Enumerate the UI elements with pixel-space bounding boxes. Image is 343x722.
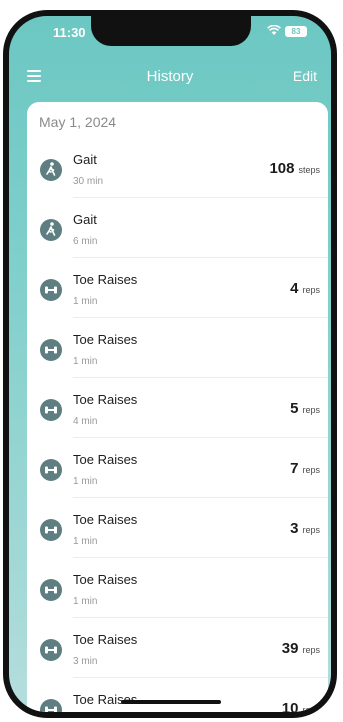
- metric-unit: reps: [302, 645, 320, 655]
- metric-value: 4: [290, 280, 299, 297]
- row-divider: [73, 497, 328, 498]
- walking-icon: [40, 159, 62, 181]
- exercise-metric: 7 reps: [290, 460, 320, 478]
- exercise-duration: 30 min: [73, 176, 104, 187]
- metric-value: 39: [281, 640, 299, 657]
- row-divider: [73, 317, 328, 318]
- nav-bar: History Edit: [9, 60, 331, 96]
- wifi-icon: [267, 24, 281, 39]
- date-header: May 1, 2024: [39, 114, 117, 130]
- history-card: May 1, 2024 Gait 30 min 108 steps Gait 6 min T…: [27, 102, 328, 712]
- metric-unit: reps: [302, 705, 320, 712]
- page-title: History: [146, 68, 194, 85]
- exercise-name: Toe Raises: [73, 572, 138, 587]
- dumbbell-icon: [40, 279, 62, 301]
- metric-unit: reps: [302, 285, 320, 295]
- exercise-duration: 4 min: [73, 416, 98, 427]
- list-item[interactable]: Toe Raises1 min10reps: [27, 686, 328, 712]
- list-item[interactable]: Toe Raises 1 min 7 reps: [27, 446, 328, 498]
- list-item[interactable]: Toe Raises 1 min 4 reps: [27, 266, 328, 318]
- exercise-metric: 4 reps: [290, 280, 320, 298]
- row-divider: [73, 677, 328, 678]
- list-item[interactable]: Gait 6 min: [27, 206, 328, 258]
- list-item[interactable]: Toe Raises 1 min: [27, 566, 328, 618]
- row-divider: [73, 557, 328, 558]
- list-item[interactable]: Toe Raises 4 min 5 reps: [27, 386, 328, 438]
- list-item[interactable]: Toe Raises 3 min 39 reps: [27, 626, 328, 678]
- exercise-duration: 1 min: [73, 476, 98, 487]
- dumbbell-icon: [40, 399, 62, 421]
- screen: 11:30 83 History Edit May 1, 2024 Gait 30…: [9, 16, 331, 712]
- dumbbell-icon: [40, 579, 62, 601]
- exercise-duration: 6 min: [73, 236, 98, 247]
- metric-unit: steps: [298, 165, 320, 175]
- row-divider: [73, 437, 328, 438]
- exercise-name: Toe Raises: [73, 512, 138, 527]
- row-divider: [73, 257, 328, 258]
- exercise-name: Toe Raises: [73, 332, 138, 347]
- home-indicator[interactable]: [121, 700, 221, 704]
- list-item[interactable]: Toe Raises 1 min 3 reps: [27, 506, 328, 558]
- exercise-metric: 5 reps: [290, 400, 320, 418]
- status-time: 11:30: [53, 25, 86, 40]
- dumbbell-icon: [40, 519, 62, 541]
- row-divider: [73, 197, 328, 198]
- metric-unit: reps: [302, 405, 320, 415]
- row-divider: [73, 377, 328, 378]
- metric-value: 3: [290, 520, 299, 537]
- exercise-name: Toe Raises: [73, 632, 138, 647]
- walking-icon: [40, 219, 62, 241]
- metric-value: 5: [290, 400, 299, 417]
- list-item[interactable]: Toe Raises 1 min: [27, 326, 328, 378]
- battery-icon: 83: [285, 26, 307, 37]
- metric-unit: reps: [302, 465, 320, 475]
- row-divider: [73, 617, 328, 618]
- phone-frame: 11:30 83 History Edit May 1, 2024 Gait 30…: [3, 10, 337, 718]
- exercise-metric: 3 reps: [290, 520, 320, 538]
- exercise-name: Toe Raises: [73, 392, 138, 407]
- edit-button[interactable]: Edit: [293, 68, 317, 84]
- exercise-name: Toe Raises: [73, 452, 138, 467]
- exercise-metric: 108 steps: [269, 160, 320, 178]
- dumbbell-icon: [40, 339, 62, 361]
- exercise-metric: 10 reps: [282, 700, 320, 712]
- list-item[interactable]: Gait 30 min 108 steps: [27, 146, 328, 198]
- metric-unit: reps: [302, 525, 320, 535]
- exercise-duration: 1 min: [73, 536, 98, 547]
- dumbbell-icon: [40, 459, 62, 481]
- dumbbell-icon: [40, 639, 62, 661]
- exercise-duration: 1 min: [73, 296, 98, 307]
- metric-value: 108: [269, 160, 295, 177]
- exercise-duration: 1 min: [73, 356, 98, 367]
- metric-value: 7: [290, 460, 299, 477]
- exercise-metric: 39 reps: [282, 640, 320, 658]
- dumbbell-icon: [40, 699, 62, 712]
- notch: [91, 16, 251, 46]
- metric-value: 10: [281, 700, 299, 712]
- exercise-name: Gait: [73, 212, 97, 227]
- exercise-name: Toe Raises: [73, 272, 138, 287]
- exercise-duration: 3 min: [73, 656, 98, 667]
- exercise-duration: 1 min: [73, 596, 98, 607]
- exercise-name: Gait: [73, 152, 97, 167]
